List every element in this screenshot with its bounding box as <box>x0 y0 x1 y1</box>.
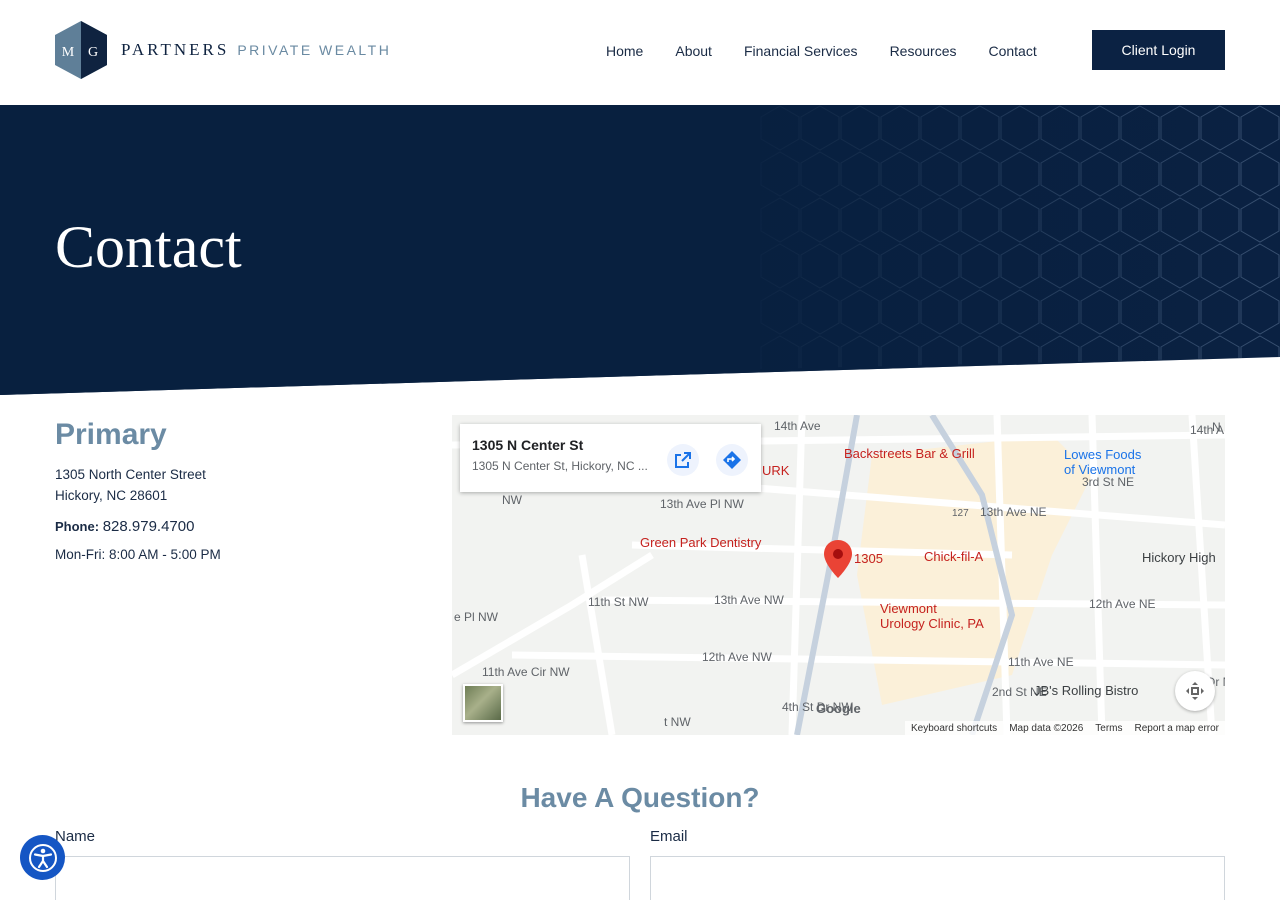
poi-green-park[interactable]: Green Park Dentistry <box>640 535 761 550</box>
google-map[interactable]: 14th Ave 14th A 13th Ave Pl NW 13th Ave … <box>452 415 1225 735</box>
poi-jbs[interactable]: JB's Rolling Bistro <box>1034 683 1138 698</box>
open-in-maps-icon[interactable] <box>667 444 699 476</box>
satellite-toggle[interactable] <box>463 684 503 722</box>
logo-partners-text: PARTNERS <box>121 40 230 59</box>
map-card-title: 1305 N Center St <box>472 437 584 453</box>
poi-chickfila[interactable]: Chick-fil-A <box>924 549 983 564</box>
poi-viewmont-line1[interactable]: Viewmont <box>880 601 937 616</box>
poi-viewmont-line2[interactable]: Urology Clinic, PA <box>880 616 984 631</box>
highway-127: 127 <box>952 508 969 519</box>
keyboard-shortcuts-link[interactable]: Keyboard shortcuts <box>911 723 997 734</box>
question-heading: Have A Question? <box>520 782 760 813</box>
map-footer: Keyboard shortcuts Map data ©2026 Terms … <box>905 721 1225 735</box>
site-header: M G PARTNERS PRIVATE WEALTH Home About F… <box>0 0 1280 105</box>
poi-lowes-line2[interactable]: of Viewmont <box>1064 462 1135 477</box>
street-11th-cir: 11th Ave Cir NW <box>482 665 570 679</box>
street-ne: N E <box>1212 420 1225 434</box>
street-13th-nw: 13th Ave NW <box>714 593 784 607</box>
poi-backstreets[interactable]: Backstreets Bar & Grill <box>844 446 975 461</box>
street-14th: 14th Ave <box>774 419 821 433</box>
phone-link[interactable]: 828.979.4700 <box>103 518 195 535</box>
client-login-button[interactable]: Client Login <box>1092 30 1225 70</box>
nav-about[interactable]: About <box>675 43 712 59</box>
accessibility-icon[interactable] <box>20 835 65 880</box>
poi-hickory-high[interactable]: Hickory High <box>1142 550 1216 565</box>
street-13th-ne: 13th Ave NE <box>980 505 1047 519</box>
address-city: Hickory, NC 28601 <box>55 488 168 503</box>
street-12th-ne: 12th Ave NE <box>1089 597 1156 611</box>
street-nw: NW <box>502 493 522 507</box>
poi-urk[interactable]: URK <box>762 463 789 478</box>
report-error-link[interactable]: Report a map error <box>1135 723 1219 734</box>
logo-hexagon-icon: M G <box>55 21 107 79</box>
phone-row: Phone: 828.979.4700 <box>55 518 415 535</box>
street-12th-nw: 12th Ave NW <box>702 650 772 664</box>
google-logo: Google <box>816 701 861 716</box>
name-input[interactable] <box>55 856 630 900</box>
page-title: Contact <box>55 214 242 280</box>
map-info-card: 1305 N Center St 1305 N Center St, Hicko… <box>460 424 761 492</box>
terms-link[interactable]: Terms <box>1095 723 1122 734</box>
map-card-address: 1305 N Center St, Hickory, NC ... <box>472 459 648 473</box>
street-t-nw: t NW <box>664 715 691 729</box>
location-pin-icon[interactable] <box>824 540 852 578</box>
logo-letter-m: M <box>62 45 75 60</box>
directions-icon[interactable] <box>716 444 748 476</box>
logo-letter-g: G <box>88 45 98 60</box>
hero-banner: Contact <box>0 105 1280 395</box>
nav-financial-services[interactable]: Financial Services <box>744 43 858 59</box>
name-label: Name <box>55 828 96 845</box>
logo[interactable]: M G PARTNERS PRIVATE WEALTH <box>55 21 391 79</box>
marker-label: 1305 <box>854 551 883 566</box>
main-nav: Home About Financial Services Resources … <box>590 43 1069 59</box>
office-hours: Mon-Fri: 8:00 AM - 5:00 PM <box>55 547 221 562</box>
address-street: 1305 North Center Street <box>55 467 206 482</box>
email-label: Email <box>650 828 688 845</box>
nav-contact[interactable]: Contact <box>988 43 1036 59</box>
street-11th-st: 11th St NW <box>588 595 649 609</box>
street-ave-pl: e Pl NW <box>454 610 499 624</box>
logo-private-wealth-text: PRIVATE WEALTH <box>237 42 392 58</box>
poi-lowes-line1[interactable]: Lowes Foods <box>1064 447 1141 462</box>
street-3rd-st: 3rd St NE <box>1082 475 1135 489</box>
phone-label: Phone: <box>55 519 100 534</box>
email-input[interactable] <box>650 856 1225 900</box>
map-data-text: Map data ©2026 <box>1009 722 1084 734</box>
primary-title: Primary <box>55 418 167 451</box>
street-11th-ne: 11th Ave NE <box>1008 655 1074 669</box>
nav-home[interactable]: Home <box>606 43 643 59</box>
primary-office: Primary 1305 North Center Street Hickory… <box>55 418 415 562</box>
street-13th-pl: 13th Ave Pl NW <box>660 497 744 511</box>
fullscreen-icon[interactable] <box>1175 671 1215 711</box>
nav-resources[interactable]: Resources <box>890 43 957 59</box>
